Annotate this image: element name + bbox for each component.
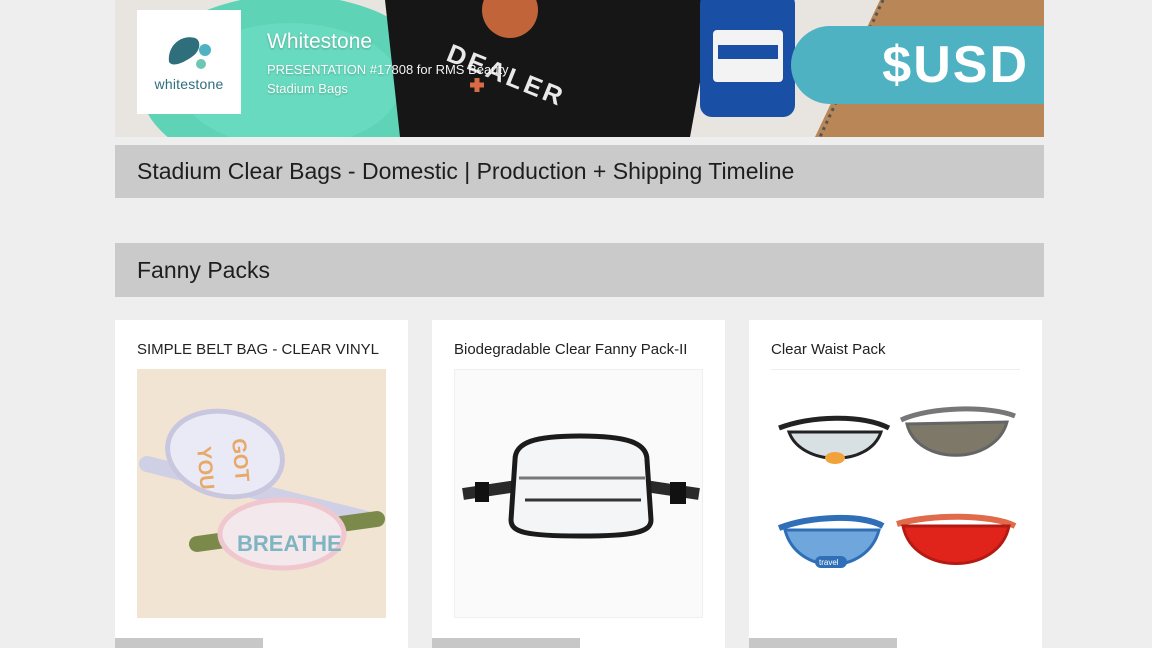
product-image-frame[interactable] [454,369,703,618]
card-footer [749,638,897,648]
currency-badge: $USD [791,26,1044,104]
section-header-fanny-packs: Fanny Packs [115,243,1044,297]
whitestone-logo-icon [168,37,211,69]
product-card[interactable]: Clear Waist Pack travel [749,320,1042,648]
company-logo: whitestone [137,10,241,114]
product-image [462,433,700,539]
card-footer [115,638,263,648]
product-name: Clear Waist Pack [771,341,886,358]
product-image: travel [777,406,1017,568]
product-card[interactable]: Biodegradable Clear Fanny Pack-II [432,320,725,648]
product-name: Biodegradable Clear Fanny Pack-II [454,341,688,358]
company-name: Whitestone [267,30,373,53]
svg-text:YOU: YOU [192,446,218,491]
section-title: Fanny Packs [137,256,270,283]
product-name: SIMPLE BELT BAG - CLEAR VINYL [137,341,380,358]
product-image-frame[interactable]: travel [771,369,1020,618]
svg-text:GOT: GOT [227,438,253,483]
product-image[interactable]: YOU GOT BREATHE [137,369,386,618]
header-banner: DEALER whitestone Whitestone PRESENTATIO… [115,0,1044,137]
presentation-number: PRESENTATION #17808 for RMS Beauty [267,62,509,77]
presentation-category: Stadium Bags [267,81,348,96]
timeline-title: Stadium Clear Bags - Domestic | Producti… [137,158,795,184]
product-card[interactable]: SIMPLE BELT BAG - CLEAR VINYL YOU GOT BR… [115,320,408,648]
timeline-header-bar[interactable]: Stadium Clear Bags - Domestic | Producti… [115,145,1044,198]
logo-text: whitestone [154,76,224,92]
pack-print-text: travel [819,558,839,567]
card-footer [432,638,580,648]
bag-print-text: BREATHE [237,531,342,556]
presentation-info: Whitestone PRESENTATION #17808 for RMS B… [267,30,509,98]
